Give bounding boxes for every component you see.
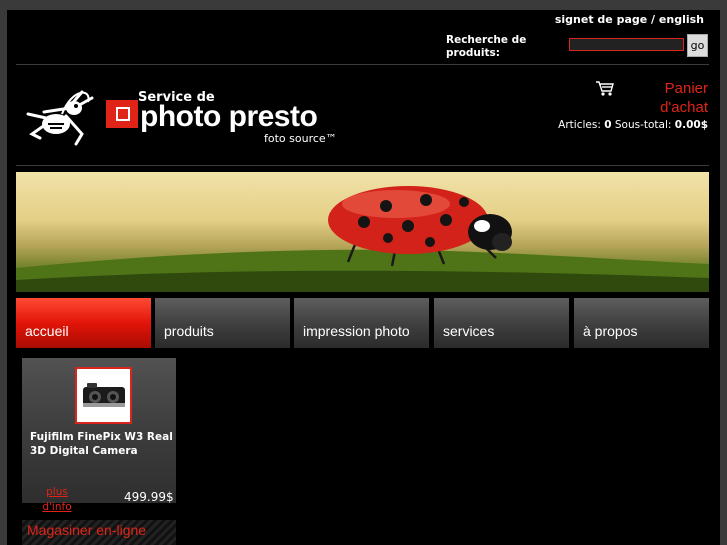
cart-subtotal-value: 0.00$ [674, 119, 708, 131]
search-go-button[interactable]: go [687, 34, 708, 57]
language-link[interactable]: english [659, 13, 704, 26]
header-divider [16, 64, 709, 65]
logo-sub-text: foto source™ [264, 132, 337, 145]
cart-summary: Articles: 0 Sous-total: 0.00$ [558, 119, 708, 131]
cart-articles-label: Articles: [558, 119, 601, 131]
ladybug-banner [16, 172, 709, 292]
camera-product-icon [82, 382, 125, 407]
shopping-cart-icon[interactable] [595, 80, 615, 97]
logo-brand-text: photo presto [140, 100, 318, 133]
ladybug-image [16, 186, 709, 292]
nav-item-services[interactable]: services [434, 298, 569, 348]
logo-divider [16, 165, 709, 166]
shop-online-link[interactable]: Magasiner en-ligne [22, 520, 176, 545]
product-price: 499.99$ [124, 490, 174, 504]
bookmark-link[interactable]: signet de page [555, 13, 647, 26]
cart-subtotal-label: Sous-total: [614, 119, 672, 131]
nav-item-produits[interactable]: produits [155, 298, 290, 348]
photo-presto-icon [106, 100, 138, 128]
main-nav: accueil produits impression photo servic… [16, 298, 709, 348]
product-thumbnail[interactable] [75, 367, 132, 424]
nav-item-a-propos[interactable]: à propos [574, 298, 709, 348]
site-logo[interactable]: Service de photo presto foto source™ [22, 80, 352, 150]
product-name[interactable]: Fujifilm FinePix W3 Real 3D Digital Came… [30, 430, 174, 458]
page: signet de page / english Recherche de pr… [7, 10, 720, 545]
search-label: Recherche de produits: [446, 34, 527, 59]
search-input[interactable] [569, 38, 684, 51]
cart-articles-value: 0 [604, 119, 612, 131]
product-card: Fujifilm FinePix W3 Real 3D Digital Came… [22, 358, 176, 513]
more-info-link[interactable]: plus d'info [37, 485, 77, 515]
top-links-separator: / [647, 13, 659, 26]
nav-item-impression-photo[interactable]: impression photo [294, 298, 429, 348]
bee-mascot-icon [26, 90, 94, 146]
nav-item-accueil[interactable]: accueil [16, 298, 151, 348]
cart-title[interactable]: Panier d'achat [628, 79, 708, 117]
top-links: signet de page / english [555, 13, 704, 26]
